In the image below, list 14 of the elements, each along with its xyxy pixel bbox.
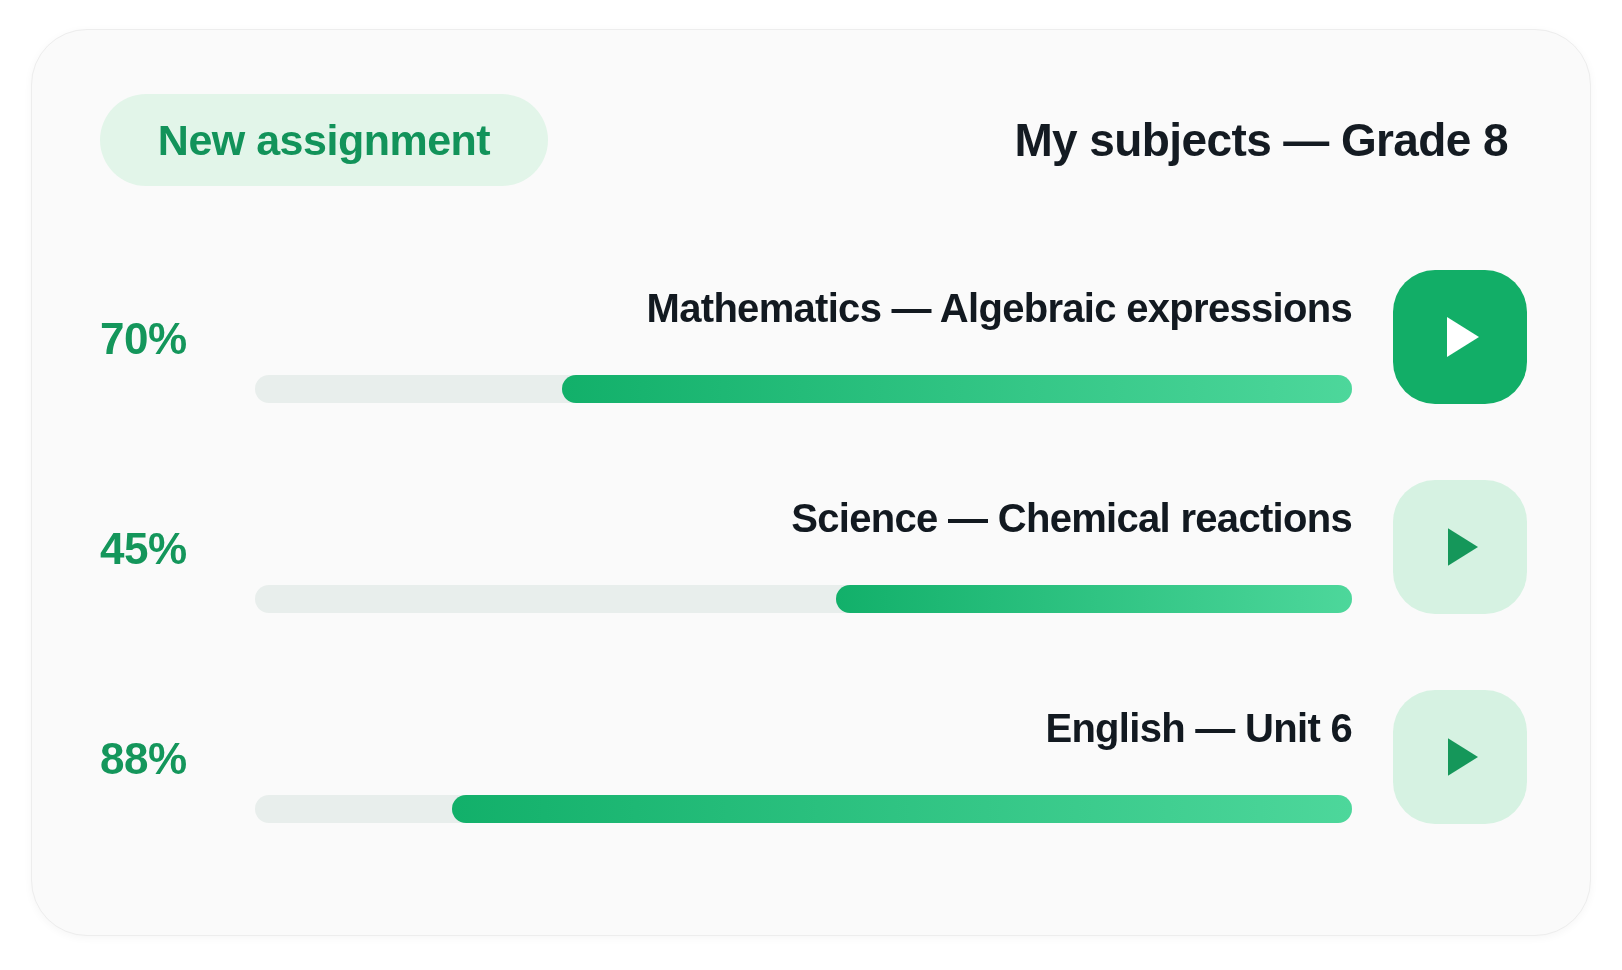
subject-title: English — Unit 6	[1045, 705, 1352, 752]
new-assignment-button[interactable]: New assignment	[100, 94, 548, 186]
subject-title: Science — Chemical reactions	[791, 495, 1352, 542]
play-button[interactable]	[1393, 690, 1527, 824]
progress-percent: 70%	[100, 313, 188, 365]
play-icon	[1448, 528, 1478, 566]
play-icon	[1448, 738, 1478, 776]
page-title: My subjects — Grade 8	[1014, 113, 1508, 168]
play-button[interactable]	[1393, 480, 1527, 614]
progress-percent: 45%	[100, 523, 188, 575]
play-icon	[1447, 316, 1479, 358]
progress-percent: 88%	[100, 733, 188, 785]
play-button[interactable]	[1393, 270, 1527, 404]
subject-title: Mathematics — Algebraic expressions	[646, 285, 1352, 332]
